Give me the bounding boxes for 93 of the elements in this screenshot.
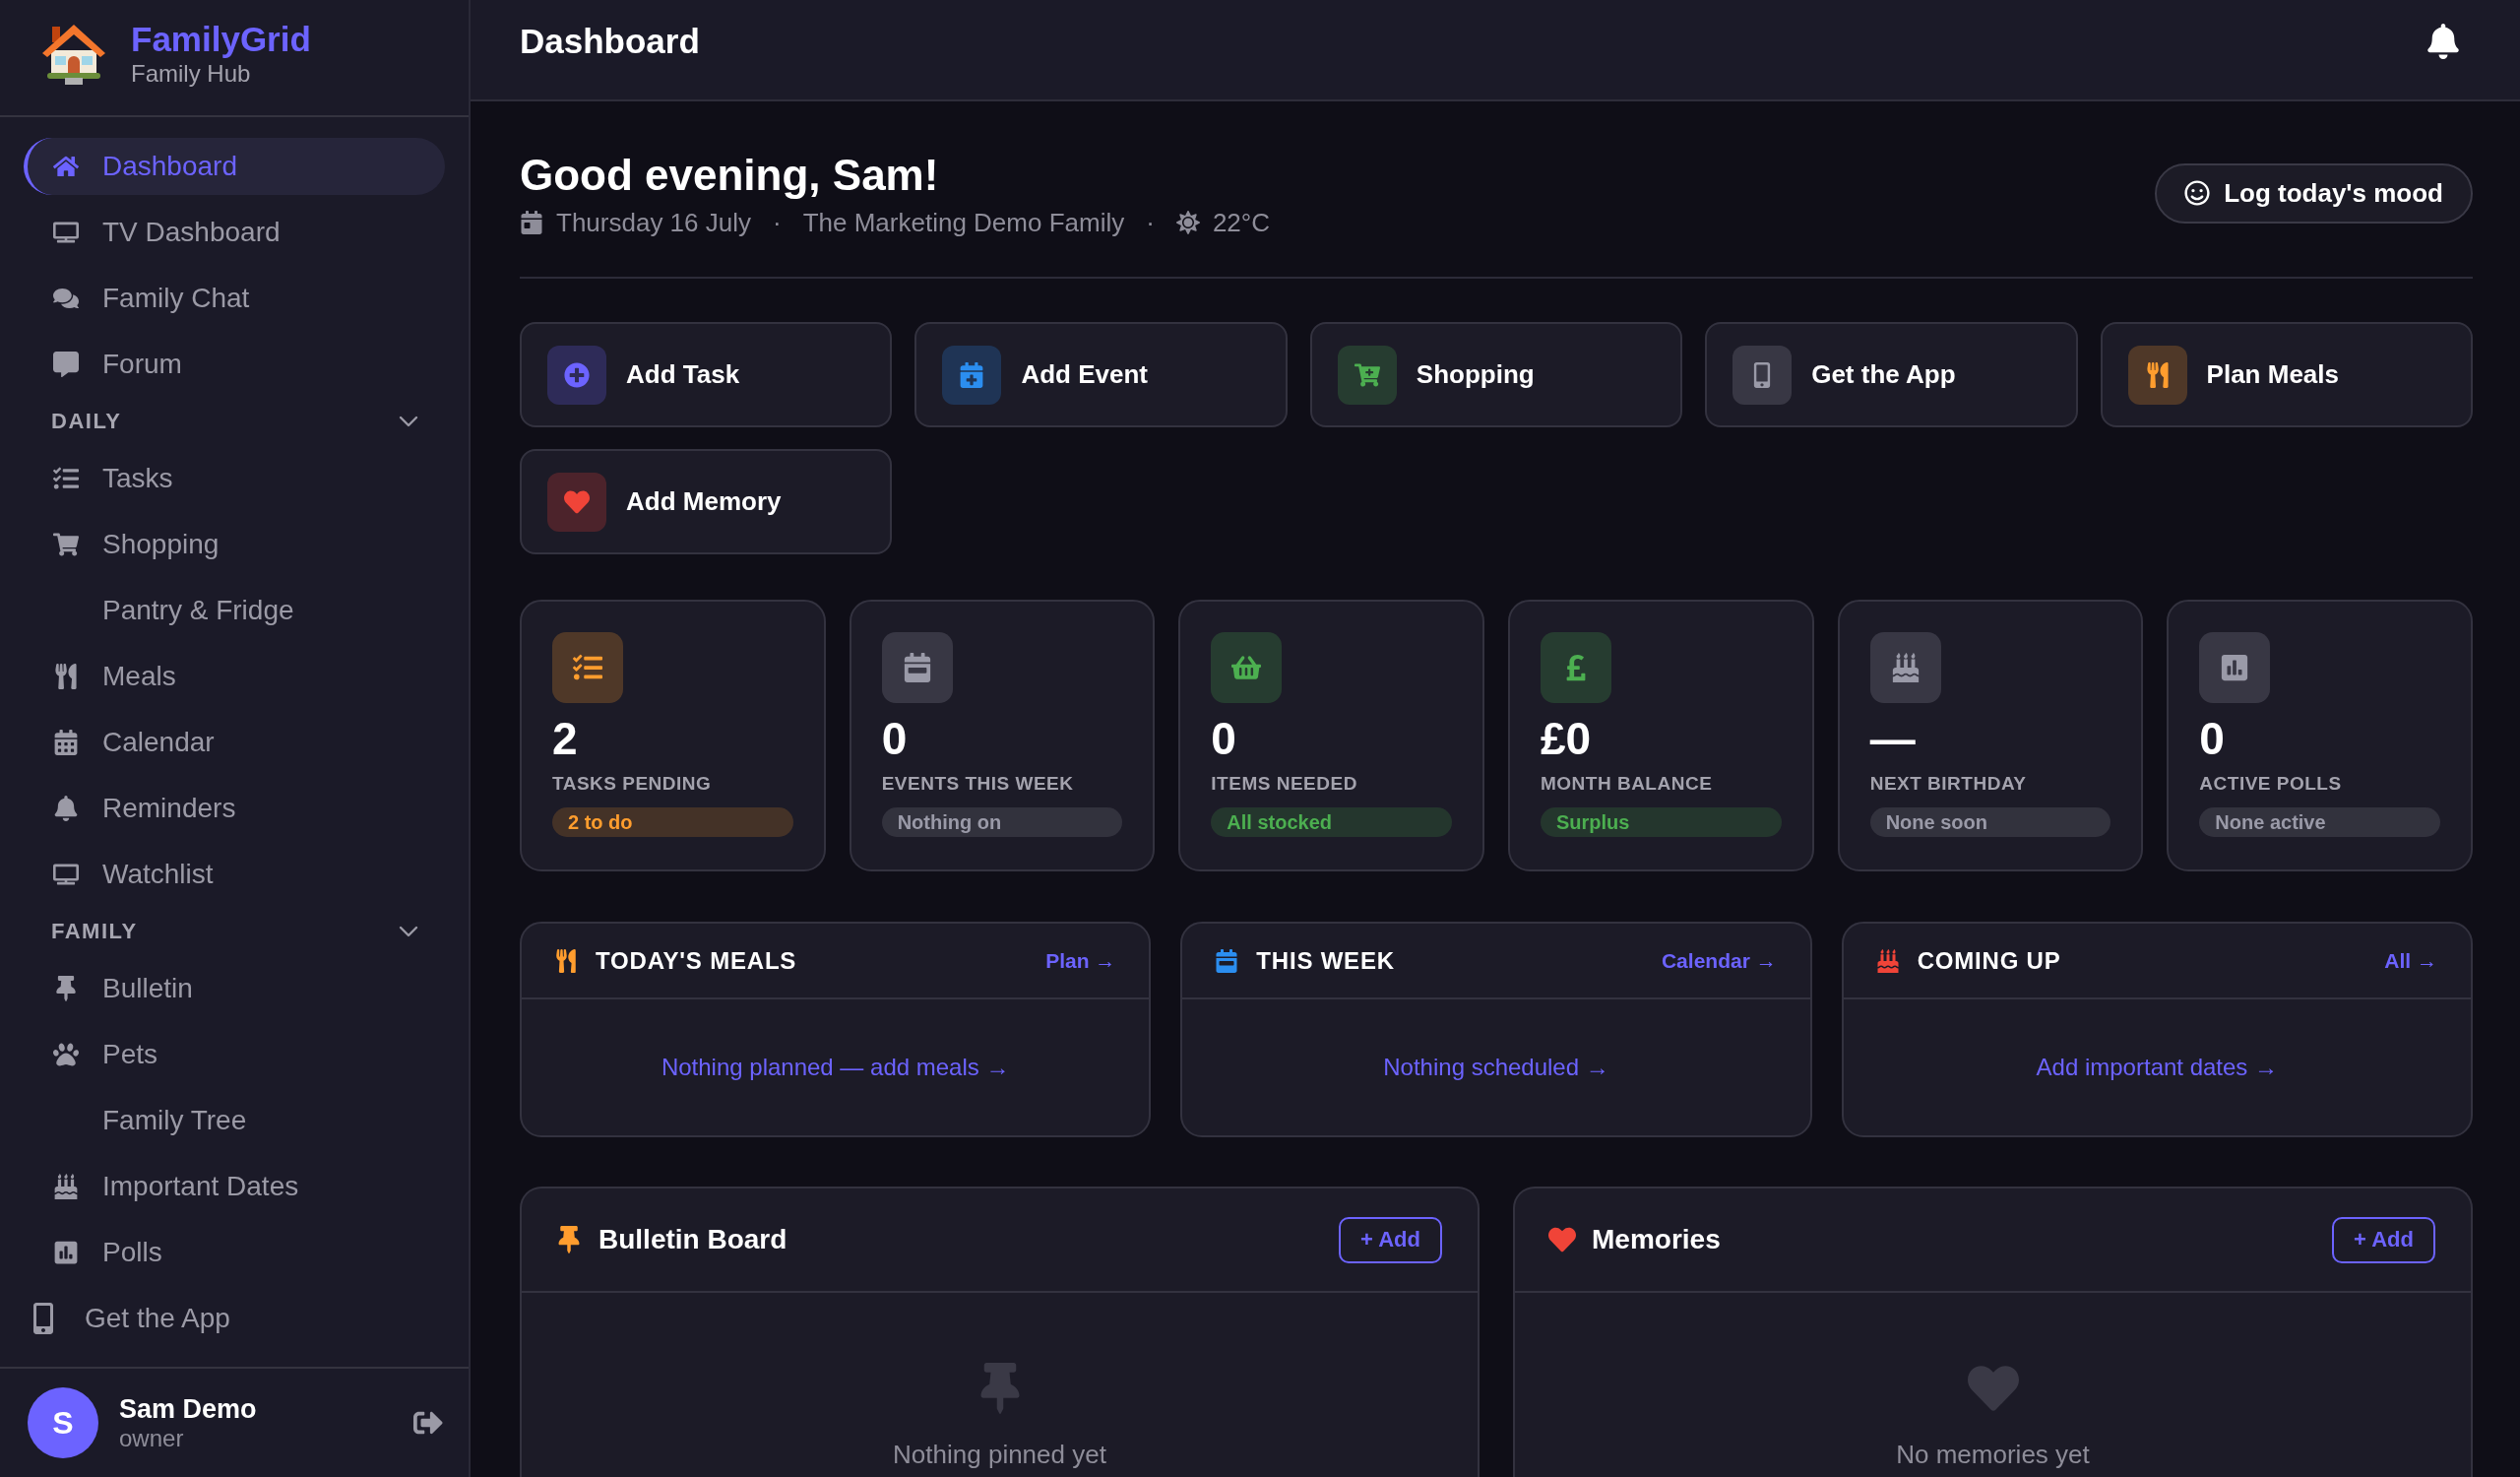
quick-action-button[interactable]: Get the App [1705, 322, 2078, 427]
paw-icon [53, 1042, 79, 1067]
brand-tagline: Family Hub [131, 58, 252, 89]
get-app-link[interactable]: Get the App [28, 1303, 230, 1334]
empty-message: Nothing pinned yet [893, 1440, 1106, 1469]
checklist-icon [53, 466, 79, 491]
section-heading: FAMILY [51, 919, 138, 944]
panel-title: THIS WEEK [1256, 946, 1396, 975]
family-name: The Marketing Demo Family [802, 208, 1125, 237]
stat-value: 0 [1211, 715, 1236, 762]
stat-value: — [1869, 715, 1916, 762]
quick-action-button[interactable]: Shopping [1309, 322, 1683, 427]
avatar: S [28, 1387, 98, 1458]
stat-value: £0 [1541, 715, 1592, 762]
temperature-text: 22°C [1212, 208, 1270, 237]
greeting-title: Good evening, Sam! [520, 150, 940, 201]
nav-item[interactable]: Important Dates [24, 1158, 445, 1215]
empty-state-link[interactable]: Add important dates → [2036, 1054, 2279, 1081]
smiley-icon [2184, 180, 2211, 206]
calendar-icon [520, 211, 543, 234]
nav-item[interactable]: Family Tree [24, 1092, 445, 1149]
quick-action-button[interactable]: Add Event [914, 322, 1288, 427]
board-title: Memories [1592, 1224, 1722, 1255]
stat-label: NEXT BIRTHDAY [1869, 772, 2027, 796]
stat-label: ACTIVE POLLS [2199, 772, 2342, 796]
status-badge: None active [2199, 807, 2440, 837]
empty-state-link[interactable]: Nothing scheduled → [1383, 1054, 1609, 1081]
status-badge: Nothing on [881, 807, 1123, 837]
nav-item[interactable]: Reminders [24, 780, 445, 837]
tv-icon [53, 220, 79, 245]
nav-item[interactable]: Dashboard [24, 138, 445, 195]
status-badge: Surplus [1541, 807, 1782, 837]
stat-label: ITEMS NEEDED [1211, 772, 1357, 796]
header-link[interactable]: Plan → [1045, 948, 1116, 973]
stat-value: 2 [552, 715, 578, 762]
brand-name: FamilyGrid [131, 19, 311, 59]
status-badge: All stocked [1211, 807, 1452, 837]
quick-action-button[interactable]: Plan Meals [2100, 322, 2473, 427]
page-title: Dashboard [520, 21, 700, 62]
nav-item[interactable]: Forum [24, 336, 445, 393]
nav-item[interactable]: Pantry & Fridge [24, 582, 445, 639]
nav-item[interactable]: Family Chat [24, 270, 445, 327]
house-icon [41, 22, 106, 86]
nav-item[interactable]: Calendar [24, 714, 445, 771]
stat-label: EVENTS THIS WEEK [881, 772, 1074, 796]
empty-state-link[interactable]: Nothing planned — add meals → [661, 1054, 1010, 1081]
user-name: Sam Demo [119, 1393, 258, 1425]
nav-item[interactable]: Shopping [24, 516, 445, 573]
stat-label: MONTH BALANCE [1541, 772, 1713, 796]
chevron-down-icon[interactable] [399, 416, 418, 427]
chevron-down-icon[interactable] [399, 926, 418, 937]
header-link[interactable]: Calendar → [1661, 948, 1777, 973]
header-link[interactable]: All → [2384, 948, 2437, 973]
speech-bubble-icon [53, 352, 79, 377]
user-role: owner [119, 1424, 185, 1452]
home-icon [53, 154, 79, 179]
quick-action-button[interactable]: Add Task [520, 322, 893, 427]
panel-title: TODAY'S MEALS [596, 946, 798, 975]
nav-item[interactable]: TV Dashboard [24, 204, 445, 261]
add-button[interactable]: + Add [1339, 1216, 1442, 1263]
bell-icon [53, 796, 79, 821]
stat-value: 0 [881, 715, 908, 762]
separator-dot: · [773, 208, 782, 237]
add-button[interactable]: + Add [2332, 1216, 2435, 1263]
heart-icon [1967, 1363, 2019, 1414]
status-badge: 2 to do [552, 807, 793, 837]
bell-icon[interactable] [2426, 24, 2461, 59]
nav-item[interactable]: Pets [24, 1026, 445, 1083]
cart-icon [53, 532, 79, 557]
quick-action-button[interactable]: Add Memory [520, 449, 893, 554]
board-title: Bulletin Board [598, 1224, 788, 1255]
stat-value: 0 [2199, 715, 2225, 762]
date-text: Thursday 16 July [556, 208, 751, 237]
status-badge: None soon [1869, 807, 2111, 837]
tv-icon [53, 862, 79, 887]
log-mood-button[interactable]: Log today's mood [2155, 162, 2473, 224]
pin-icon [53, 976, 79, 1001]
section-heading: DAILY [51, 409, 122, 434]
cake-icon [53, 1174, 79, 1199]
nav-item[interactable]: Tasks [24, 450, 445, 507]
chat-bubbles-icon [53, 286, 79, 311]
nav-item[interactable]: Meals [24, 648, 445, 705]
separator-dot: · [1146, 208, 1155, 237]
fork-knife-icon [53, 664, 79, 689]
panel-title: COMING UP [1917, 946, 2062, 975]
calendar-icon [53, 730, 79, 755]
sun-icon [1175, 211, 1200, 234]
stat-label: TASKS PENDING [552, 772, 712, 796]
empty-message: No memories yet [1896, 1440, 2090, 1469]
bar-chart-icon [53, 1240, 79, 1265]
nav-item[interactable]: Polls [24, 1224, 445, 1281]
nav-item[interactable]: Watchlist [24, 846, 445, 903]
nav-item[interactable]: Bulletin [24, 960, 445, 1017]
